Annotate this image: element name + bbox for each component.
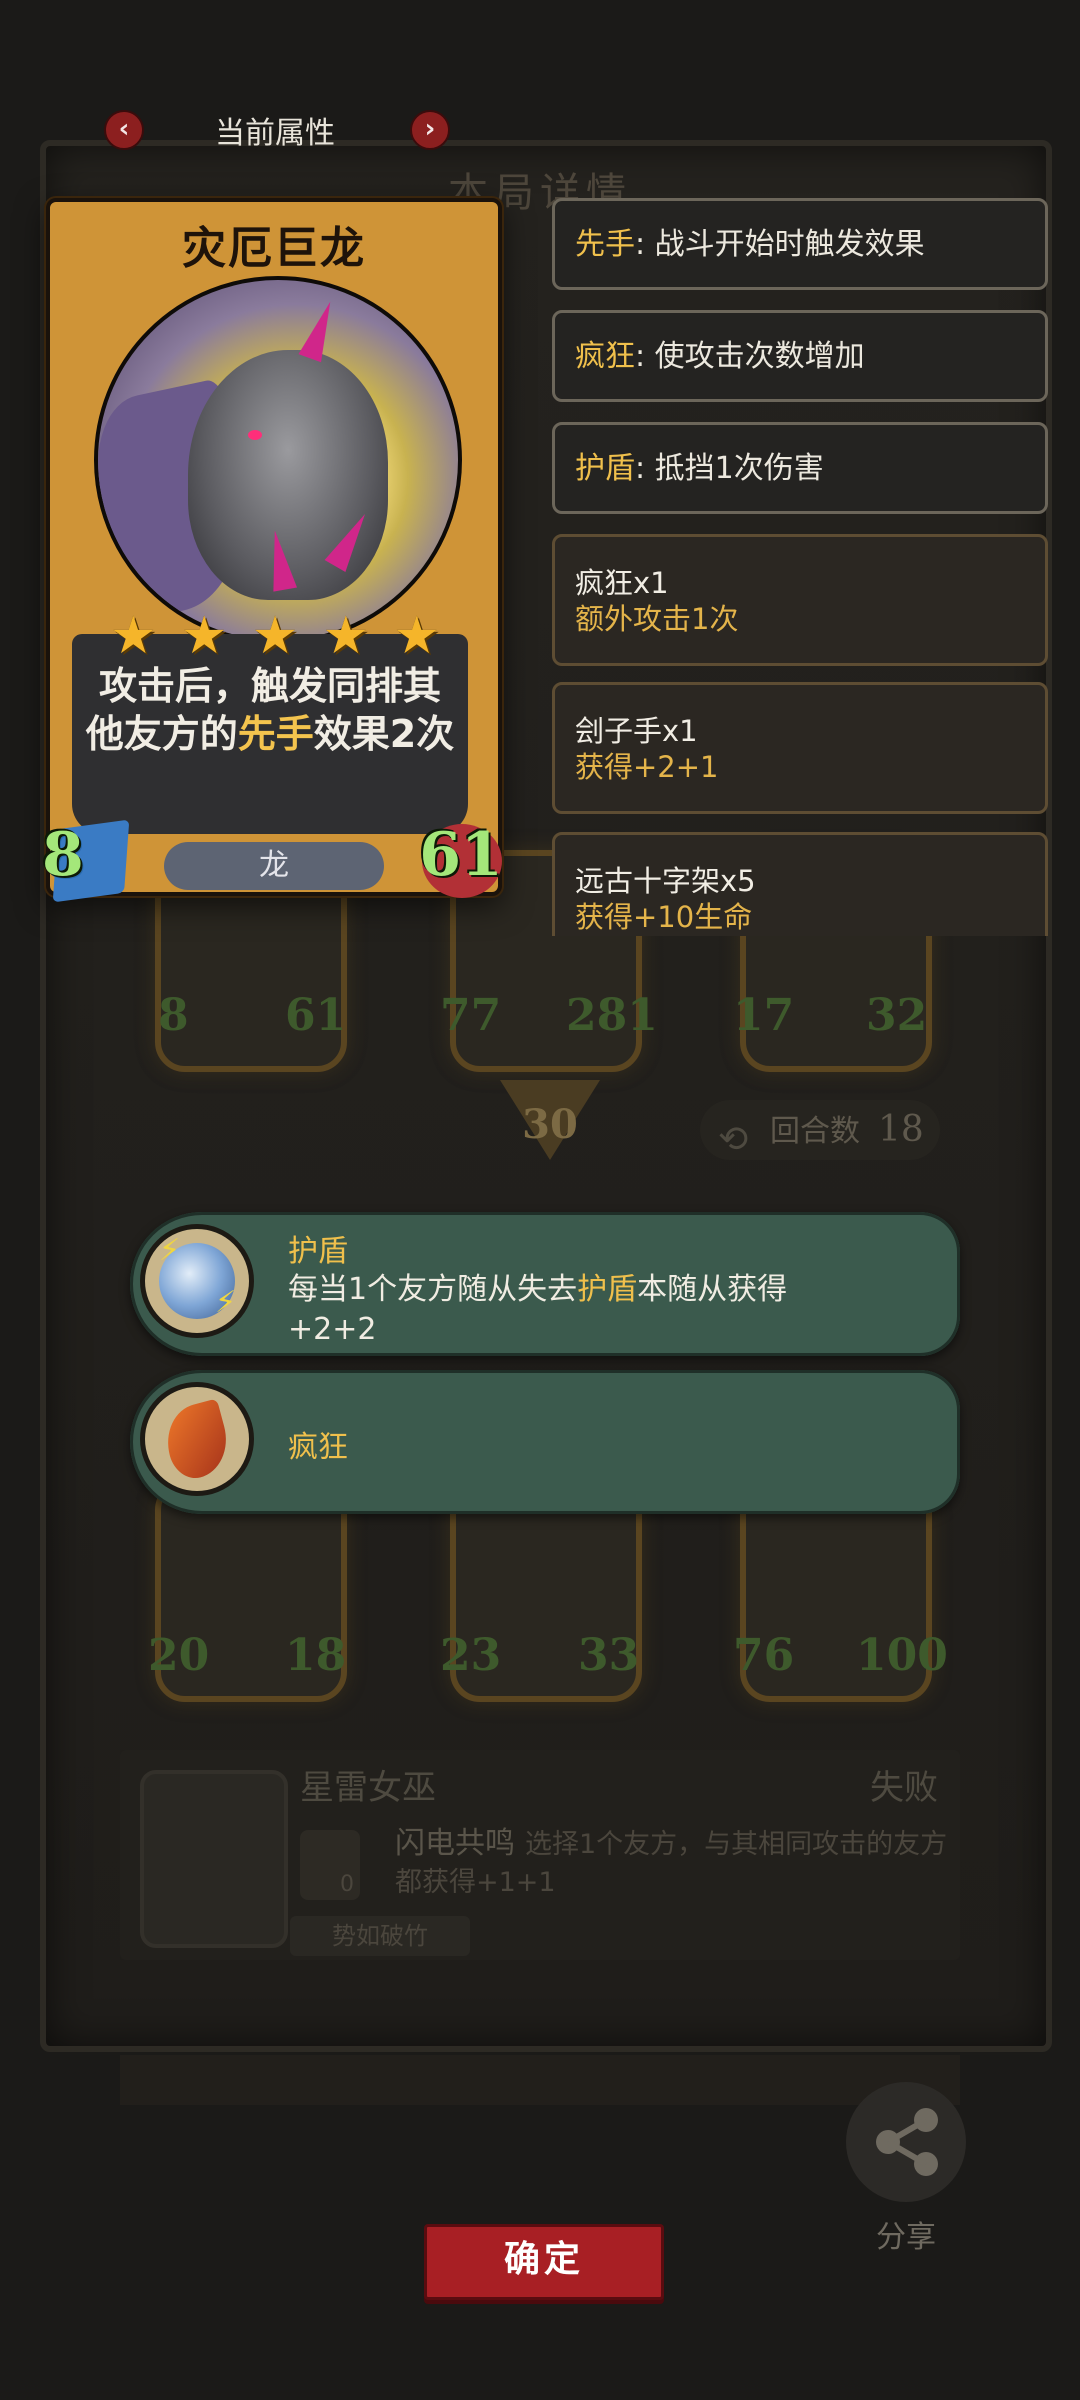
opponent-tag: 势如破竹 xyxy=(290,1916,470,1956)
board-unit-attack: 77 xyxy=(440,990,502,1041)
unit-card: 灾厄巨龙 攻击后，触发同排其 他友方的先手效果2次 ★ ★ ★ ★ ★ 8 龙 … xyxy=(42,198,503,903)
rage-icon xyxy=(140,1382,254,1496)
rage-banner: 疯狂 xyxy=(130,1370,960,1514)
board-unit-attack: 17 xyxy=(733,990,795,1041)
rounds-label: 回合数 xyxy=(770,1114,860,1149)
keyword-desc: 使攻击次数增加 xyxy=(654,339,865,374)
history-strip xyxy=(120,2055,960,2105)
opponent-skill-name: 闪电共鸣 xyxy=(395,1826,515,1861)
share-button[interactable] xyxy=(846,2082,966,2202)
keyword-item: 先手: 战斗开始时触发效果 xyxy=(552,198,1048,290)
shield-banner: ⚡ ⚡ 护盾 每当1个友方随从失去护盾本随从获得+2+2 xyxy=(130,1212,960,1356)
effect-detail: 获得+2+1 xyxy=(575,750,719,784)
opponent-skill: 闪电共鸣 选择1个友方，与其相同攻击的友方都获得+1+1 xyxy=(395,1825,955,1902)
desc-text-pre: 他友方的 xyxy=(85,712,238,756)
effect-detail: 获得+10生命 xyxy=(575,900,753,934)
desc-text-post: 效果2次 xyxy=(313,712,455,756)
keyword-sep: : xyxy=(635,227,655,262)
banner-desc-keyword: 护盾 xyxy=(577,1272,638,1307)
keyword-desc: 抵挡1次伤害 xyxy=(654,451,824,486)
unit-description-line2: 他友方的先手效果2次 xyxy=(72,710,468,758)
board-unit-health: 32 xyxy=(866,990,928,1041)
board-unit-attack: 8 xyxy=(158,990,189,1041)
keyword-name: 疯狂 xyxy=(575,339,635,374)
keyword-sep: : xyxy=(635,339,655,374)
board-unit-health: 18 xyxy=(285,1630,347,1681)
keyword-item: 疯狂: 使攻击次数增加 xyxy=(552,310,1048,402)
next-button[interactable]: › xyxy=(410,110,450,150)
desc-keyword: 先手 xyxy=(237,712,314,756)
opponent-name: 星雷女巫 xyxy=(300,1768,436,1808)
keyword-desc: 战斗开始时触发效果 xyxy=(654,227,925,262)
keyword-sep: : xyxy=(635,451,655,486)
lightning-icon: ⚡ xyxy=(159,1233,181,1268)
keyword-item: 护盾: 抵挡1次伤害 xyxy=(552,422,1048,514)
board-unit-attack: 76 xyxy=(733,1630,795,1681)
star-rating: ★ ★ ★ ★ ★ xyxy=(110,610,440,662)
confirm-button[interactable]: 确定 xyxy=(424,2224,664,2300)
share-label: 分享 xyxy=(876,2220,936,2255)
star-icon: ★ xyxy=(180,606,228,666)
keyword-name: 护盾 xyxy=(575,451,635,486)
effect-title: 疯狂x1 xyxy=(575,566,669,600)
opponent-avatar xyxy=(140,1770,288,1948)
banner-title: 护盾 xyxy=(288,1234,348,1269)
effect-item: 疯狂x1 额外攻击1次 xyxy=(552,534,1048,666)
board-unit-health: 100 xyxy=(856,1630,948,1681)
unit-name: 灾厄巨龙 xyxy=(182,223,366,274)
dragon-eye xyxy=(248,430,262,440)
effect-title: 远古十字架x5 xyxy=(575,864,756,898)
repeat-icon: ⟲ xyxy=(718,1119,749,1160)
board-unit-attack: 20 xyxy=(148,1630,210,1681)
effect-list-clip[interactable]: 远古十字架x5 获得+10生命 xyxy=(552,832,1048,936)
board-unit-health: 281 xyxy=(566,990,658,1041)
opponent-result: 失败 xyxy=(870,1768,938,1808)
rounds-counter: ⟲ 回合数 18 xyxy=(700,1100,940,1160)
star-icon: ★ xyxy=(110,606,157,666)
star-icon: ★ xyxy=(393,606,440,666)
board-unit-health: 33 xyxy=(578,1630,640,1681)
shield-icon: ⚡ ⚡ xyxy=(140,1224,254,1338)
prev-button[interactable]: ‹ xyxy=(104,110,144,150)
dragon-horn xyxy=(298,297,342,363)
effect-item: 刽子手x1 获得+2+1 xyxy=(552,682,1048,814)
board-unit-health: 61 xyxy=(285,990,347,1041)
banner-description: 每当1个友方随从失去护盾本随从获得+2+2 xyxy=(288,1270,848,1350)
unit-health: 61 xyxy=(419,820,503,890)
lightning-icon: ⚡ xyxy=(215,1285,237,1320)
rounds-value: 18 xyxy=(878,1109,924,1150)
banner-desc-pre: 每当1个友方随从失去 xyxy=(288,1272,578,1307)
opponent-skill-cost: 0 xyxy=(340,1872,354,1897)
board-unit-attack: 23 xyxy=(440,1630,502,1681)
unit-attack: 8 xyxy=(42,820,84,890)
unit-portrait xyxy=(94,276,462,644)
unit-race: 龙 xyxy=(164,842,384,890)
effect-detail: 额外攻击1次 xyxy=(575,602,739,636)
effect-title: 刽子手x1 xyxy=(575,714,698,748)
rage-glyph xyxy=(158,1398,236,1484)
star-icon: ★ xyxy=(251,606,299,666)
banner-title: 疯狂 xyxy=(288,1430,348,1465)
unit-description-line1: 攻击后，触发同排其 xyxy=(98,664,441,708)
effect-item: 远古十字架x5 获得+10生命 xyxy=(552,832,1048,936)
chevron-right-icon: › xyxy=(424,114,436,144)
keyword-name: 先手 xyxy=(575,227,635,262)
star-icon: ★ xyxy=(322,606,370,666)
opponent-skill-icon: 0 xyxy=(300,1830,360,1900)
unit-description: 攻击后，触发同排其 他友方的先手效果2次 xyxy=(72,662,468,758)
round-badge: 30 xyxy=(522,1101,578,1148)
chevron-left-icon: ‹ xyxy=(118,114,130,144)
header-title: 当前属性 xyxy=(215,116,335,151)
share-icon xyxy=(876,2108,938,2176)
